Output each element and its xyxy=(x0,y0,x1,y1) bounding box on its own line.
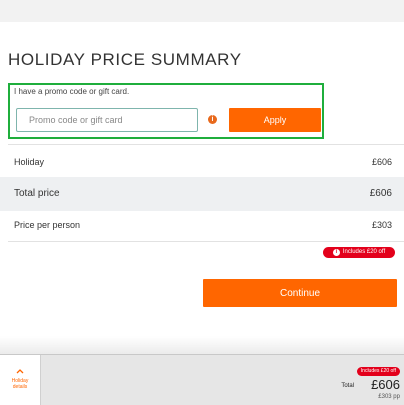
footer-total-value: £606 xyxy=(371,377,400,392)
promo-code-input[interactable] xyxy=(16,108,198,132)
discount-badge-label: Includes £20 off xyxy=(342,249,386,255)
promo-label: I have a promo code or gift card. xyxy=(14,87,130,96)
row-label: Total price xyxy=(14,188,60,199)
row-label: Holiday xyxy=(14,157,45,167)
page-title: HOLIDAY PRICE SUMMARY xyxy=(8,50,242,69)
row-value: £606 xyxy=(369,188,392,199)
info-icon: i xyxy=(332,249,340,256)
row-value: £303 xyxy=(371,220,392,230)
info-icon[interactable]: i xyxy=(208,115,217,124)
top-strip xyxy=(0,0,404,22)
holiday-details-label-line2: details xyxy=(12,384,28,390)
continue-button[interactable]: Continue xyxy=(203,279,397,307)
chevron-up-icon xyxy=(16,369,24,374)
row-divider xyxy=(8,241,404,242)
price-footer: Holiday details Includes £20 off Total £… xyxy=(0,354,404,405)
price-row-per-person: Price per person £303 xyxy=(0,208,404,242)
promo-section: I have a promo code or gift card. i Appl… xyxy=(8,83,324,139)
discount-badge: i Includes £20 off xyxy=(323,247,395,258)
price-row-holiday: Holiday £606 xyxy=(0,145,404,179)
footer-total-label: Total xyxy=(341,383,354,389)
row-value: £606 xyxy=(371,157,392,167)
footer-per-person: £303 pp xyxy=(378,394,400,400)
footer-shadow xyxy=(0,336,404,354)
row-label: Price per person xyxy=(14,220,81,230)
price-row-total: Total price £606 xyxy=(0,177,404,211)
holiday-details-tab[interactable]: Holiday details xyxy=(0,355,41,405)
apply-button[interactable]: Apply xyxy=(229,108,321,132)
footer-discount-badge: Includes £20 off xyxy=(356,367,400,376)
